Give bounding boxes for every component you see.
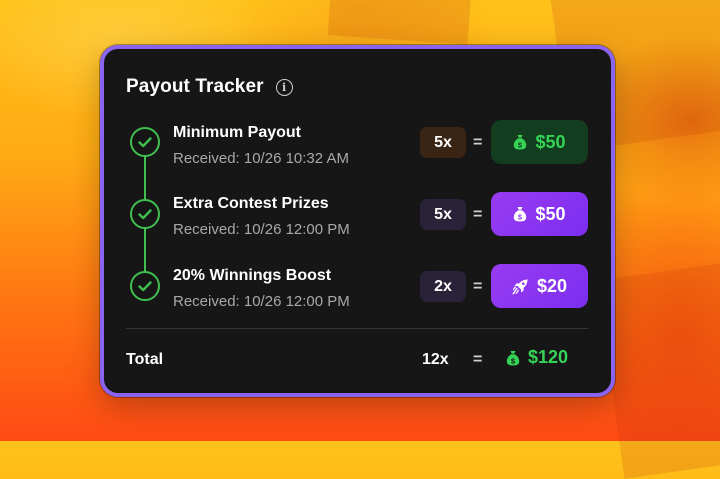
multiplier-badge: 5x bbox=[420, 199, 466, 230]
equals-sign: = bbox=[473, 206, 483, 223]
rocket-icon bbox=[512, 279, 528, 294]
multiplier-badge: 2x bbox=[420, 271, 466, 302]
background-shape bbox=[596, 261, 720, 479]
payout-amount: $20 bbox=[491, 264, 588, 308]
money-bag-icon: $ bbox=[506, 350, 520, 365]
payout-item-received: Received: 10/26 12:00 PM bbox=[173, 221, 350, 238]
background-shape bbox=[327, 0, 473, 45]
title-row: Payout Tracker i bbox=[126, 76, 293, 98]
info-circle-icon[interactable]: i bbox=[275, 78, 293, 96]
check-circle-icon bbox=[130, 271, 160, 301]
payout-amount: $ $50 bbox=[491, 120, 588, 164]
equals-sign: = bbox=[473, 351, 483, 368]
check-circle-icon bbox=[130, 199, 160, 229]
divider bbox=[126, 328, 588, 329]
total-amount: $ $120 bbox=[506, 347, 568, 368]
money-bag-icon: $ bbox=[514, 135, 527, 150]
payout-amount-value: $50 bbox=[535, 131, 566, 152]
payout-tracker-card: Payout Tracker i Minimum Payout Received… bbox=[100, 45, 615, 397]
payout-amount: $ $50 bbox=[491, 192, 588, 236]
check-circle-icon bbox=[130, 127, 160, 157]
total-amount-value: $120 bbox=[528, 347, 569, 367]
payout-item-title: 20% Winnings Boost bbox=[173, 267, 332, 284]
equals-sign: = bbox=[473, 134, 483, 151]
money-bag-icon: $ bbox=[514, 207, 527, 222]
card-title: Payout Tracker bbox=[126, 76, 264, 97]
payout-item-received: Received: 10/26 10:32 AM bbox=[173, 150, 349, 167]
multiplier-badge: 5x bbox=[420, 127, 466, 158]
equals-sign: = bbox=[473, 278, 483, 295]
payout-amount-value: $50 bbox=[535, 203, 566, 224]
payout-item-title: Extra Contest Prizes bbox=[173, 195, 329, 212]
total-label: Total bbox=[126, 351, 164, 368]
payout-item-received: Received: 10/26 12:00 PM bbox=[173, 293, 350, 310]
total-multiplier: 12x bbox=[422, 351, 449, 368]
payout-item-title: Minimum Payout bbox=[173, 124, 302, 141]
payout-amount-value: $20 bbox=[536, 275, 568, 296]
